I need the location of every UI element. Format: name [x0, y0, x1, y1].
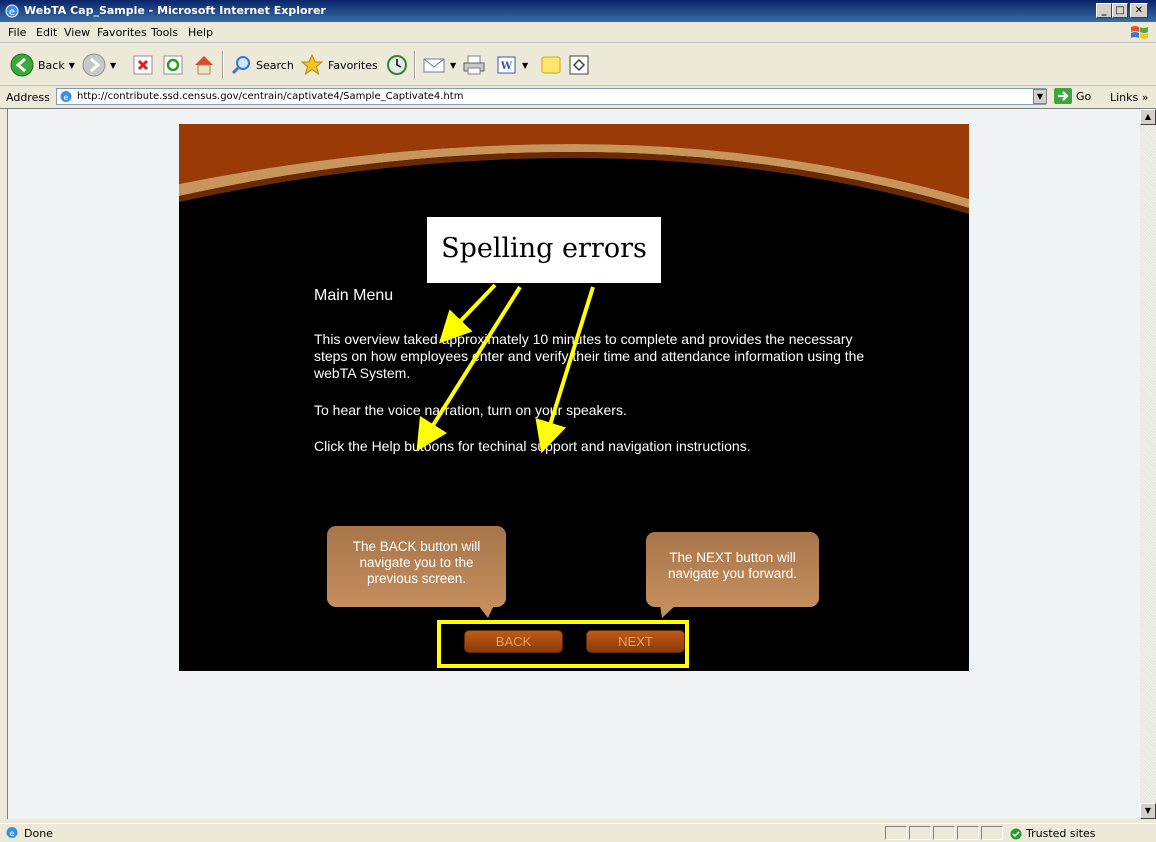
home-button[interactable] — [192, 53, 216, 77]
menu-favorites[interactable]: Favorites — [97, 26, 147, 39]
discuss-button[interactable] — [540, 53, 562, 77]
go-arrow-icon — [1054, 88, 1072, 104]
go-label: Go — [1076, 89, 1092, 103]
back-arrow-icon — [10, 53, 34, 77]
refresh-button[interactable] — [162, 53, 184, 77]
menu-bar: File Edit View Favorites Tools Help — [0, 22, 1156, 43]
favorites-star-icon — [300, 53, 324, 76]
status-pane — [909, 826, 931, 840]
toolbar: Back ▼ ▼ Search Favorites ▼ W ▼ — [0, 43, 1156, 86]
back-tip-text: The BACK button will navigate you to the… — [352, 539, 481, 586]
lesson-heading: Main Menu — [314, 287, 394, 304]
toolbar-separator — [414, 51, 416, 79]
go-button[interactable]: Go — [1054, 88, 1091, 104]
search-button[interactable]: Search — [230, 53, 294, 77]
word-edit-icon: W — [497, 56, 516, 74]
toolbar-separator — [222, 51, 224, 79]
chevron-right-icon: » — [1141, 91, 1149, 104]
search-label: Search — [256, 58, 294, 72]
edit-button[interactable]: W ▼ — [496, 53, 528, 77]
check-icon — [1010, 828, 1022, 839]
security-zone-label: Trusted sites — [1026, 827, 1096, 840]
print-icon — [463, 55, 485, 75]
address-bar: Address e http://contribute.ssd.census.g… — [0, 86, 1156, 109]
address-input[interactable]: e http://contribute.ssd.census.gov/centr… — [56, 88, 1046, 105]
svg-text:e: e — [10, 829, 15, 838]
status-pane — [885, 826, 907, 840]
status-pane — [957, 826, 979, 840]
window-title: WebTA Cap_Sample - Microsoft Internet Ex… — [24, 4, 326, 17]
refresh-icon — [163, 55, 183, 75]
windows-logo-icon — [1131, 26, 1148, 39]
back-label: Back — [38, 58, 65, 72]
close-button[interactable]: ✕ — [1130, 3, 1148, 18]
vertical-scrollbar[interactable]: ▲ ▼ — [1140, 109, 1156, 819]
status-text: Done — [24, 827, 53, 840]
ie-icon: e — [5, 4, 19, 18]
mail-button[interactable]: ▼ — [422, 53, 456, 77]
forward-arrow-icon — [82, 53, 106, 77]
lesson-movie — [179, 124, 969, 671]
stop-icon — [133, 55, 153, 75]
chevron-down-icon: ▼ — [450, 60, 457, 70]
favorites-button[interactable]: Favorites — [300, 53, 378, 77]
menu-file[interactable]: File — [8, 26, 26, 39]
history-button[interactable] — [386, 53, 408, 77]
spelling-errors-callout: Spelling errors — [427, 217, 661, 283]
history-icon — [387, 55, 407, 75]
mail-icon — [423, 58, 445, 73]
page-icon: e — [60, 91, 72, 102]
lesson-paragraph-2: To hear the voice narration, turn on you… — [314, 402, 627, 418]
back-tip-bubble: The BACK button will navigate you to the… — [327, 526, 506, 607]
home-icon — [195, 56, 213, 75]
title-bar: e WebTA Cap_Sample - Microsoft Internet … — [0, 0, 1156, 22]
maximize-button[interactable]: □ — [1112, 3, 1128, 18]
page-done-icon: e — [6, 827, 18, 838]
nav-highlight-box — [437, 620, 689, 668]
messenger-icon — [569, 55, 589, 75]
address-label: Address — [6, 91, 50, 104]
menu-help[interactable]: Help — [188, 26, 213, 39]
address-url: http://contribute.ssd.census.gov/centrai… — [77, 91, 464, 102]
lesson-paragraph-3: Click the Help butoons for techinal supp… — [314, 438, 751, 454]
links-button[interactable]: Links » — [1110, 91, 1149, 104]
next-tip-tail — [660, 605, 676, 618]
note-icon — [541, 56, 561, 74]
status-bar: e Done Trusted sites — [0, 823, 1156, 842]
scroll-down-button[interactable]: ▼ — [1140, 803, 1156, 819]
minimize-button[interactable]: _ — [1096, 3, 1112, 18]
links-label: Links — [1110, 91, 1139, 104]
status-pane — [933, 826, 955, 840]
svg-text:W: W — [500, 61, 513, 72]
menu-edit[interactable]: Edit — [36, 26, 57, 39]
menu-view[interactable]: View — [64, 26, 90, 39]
messenger-button[interactable] — [568, 53, 590, 77]
next-tip-text: The NEXT button will navigate you forwar… — [667, 550, 798, 581]
back-button[interactable]: Back ▼ — [10, 53, 75, 77]
chevron-down-icon: ▼ — [68, 60, 75, 70]
svg-text:e: e — [64, 93, 69, 102]
forward-button[interactable]: ▼ — [82, 53, 116, 77]
stop-button[interactable] — [132, 53, 154, 77]
next-tip-bubble: The NEXT button will navigate you forwar… — [646, 532, 819, 607]
address-dropdown-button[interactable]: ▼ — [1033, 89, 1047, 104]
chevron-down-icon: ▼ — [110, 60, 117, 70]
print-button[interactable] — [462, 53, 486, 77]
back-tip-tail — [478, 605, 494, 618]
menu-tools[interactable]: Tools — [151, 26, 178, 39]
favorites-label: Favorites — [328, 58, 378, 72]
security-zone[interactable]: Trusted sites — [1010, 827, 1096, 840]
lesson-paragraph-1: This overview taked approximately 10 min… — [314, 331, 865, 381]
status-pane — [981, 826, 1003, 840]
search-icon — [231, 56, 250, 75]
svg-text:e: e — [9, 7, 15, 18]
chevron-down-icon: ▼ — [522, 60, 529, 70]
scroll-up-button[interactable]: ▲ — [1140, 109, 1156, 125]
